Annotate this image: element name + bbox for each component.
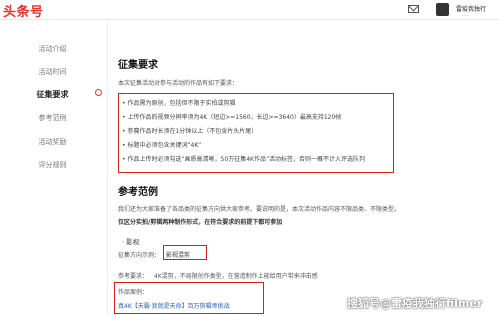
watermark: 搜狐号@雷疫我独行filmer (347, 297, 483, 310)
category-film: · 影视 (122, 238, 140, 246)
section-title-requirements: 征集要求 (118, 60, 158, 71)
sidebar-item-time[interactable]: 活动时间 (0, 67, 105, 77)
divider (107, 20, 108, 316)
direction-label: 征集方向示例： (118, 252, 161, 259)
main-content: 征集要求 本次征集活动对参与活动的作品有如下要求： • 作品需为原创，包括但不限… (114, 20, 499, 316)
requirement-item: • 标题中必须包含关键词“4K” (122, 142, 202, 149)
section-title-examples: 参考范例 (118, 187, 158, 198)
username-sub: … (463, 12, 468, 18)
sidebar-item-requirements[interactable]: 征集要求 (0, 89, 105, 100)
logo[interactable]: 头条号 (3, 1, 44, 20)
example-label: 作品案例： (118, 289, 149, 296)
examples-para-1: 我们还为大家准备了各品类的征集方向供大家参考。要说明的是，本次活动作品内容不限品… (118, 206, 401, 213)
requirement-item: • 作品上传时必须勾选“画质高清晰，50万征集4K作品”活动标签，否则一概不计入… (122, 156, 366, 163)
examples-para-2: 仅区分实拍/剪辑两种制作形式，在符合要求的前提下都可参加 (118, 219, 283, 226)
username[interactable]: 雷疫我独行 (456, 4, 486, 13)
requirement-item: • 作品需为原创，包括但不限于实拍或剪辑 (122, 100, 236, 107)
requirement-item: • 上传作品的视频分辨率须为4K（短边>=1560，长边>=3640）最高支持1… (122, 114, 342, 121)
requirements-intro: 本次征集活动对参与活动的作品有如下要求： (118, 80, 239, 87)
example-link[interactable]: 真4K【天霸·我就是天命】百万剪辑师挑战 (118, 301, 230, 310)
sidebar-item-intro[interactable]: 活动介绍 (0, 44, 105, 54)
active-indicator-icon (95, 89, 102, 96)
sidebar-item-examples[interactable]: 参考范例 (0, 113, 105, 123)
direction-tag: 影视混剪 (166, 252, 191, 259)
top-bar: 头条号 雷疫我独行 … (0, 0, 499, 20)
sidebar-item-scoring[interactable]: 评分规则 (0, 160, 105, 170)
avatar[interactable] (436, 3, 449, 16)
sidebar-item-rewards[interactable]: 活动奖励 (0, 137, 105, 147)
mail-icon[interactable] (408, 5, 419, 13)
requirement-item: • 参赛作品时长须在1分钟以上（不包含片头片尾） (122, 128, 258, 135)
reference-label: 参考要求： (118, 273, 149, 280)
reference-text: 4K混剪，不局限创作类型，在营造制作上能给用户带来冲击感 (154, 273, 318, 280)
sidebar: 活动介绍 活动时间 征集要求 参考范例 活动奖励 评分规则 (0, 20, 105, 316)
